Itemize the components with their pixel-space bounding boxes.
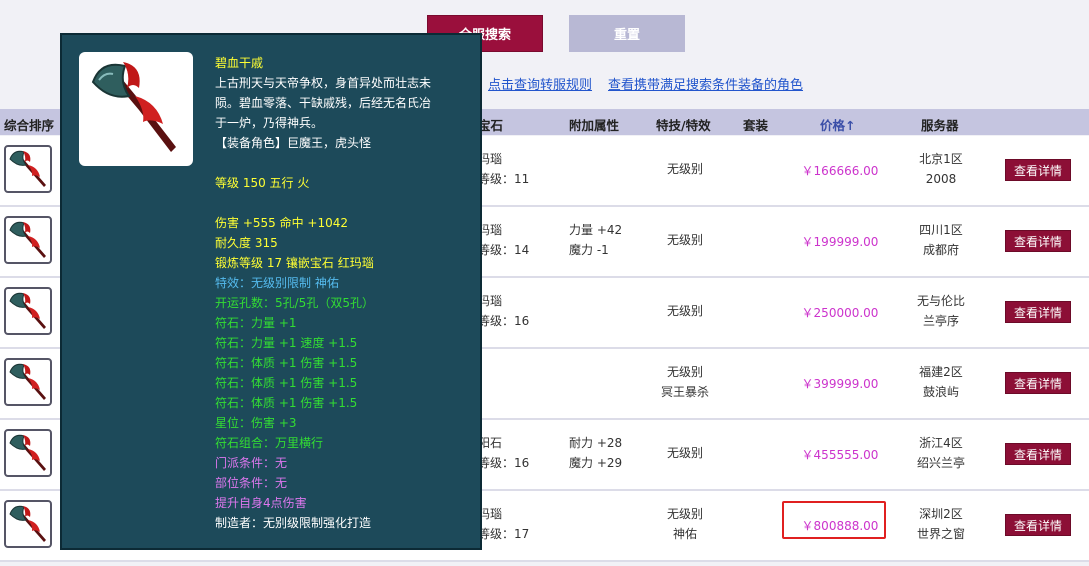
attr-1: 力量 +42 (569, 223, 623, 237)
gem-level: 等级：17 (478, 527, 530, 541)
tip-maker: 制造者：无别级限制强化打造 (215, 516, 372, 530)
tip-durability: 耐久度 315 (215, 236, 278, 250)
server-name: 福建2区 (919, 365, 963, 379)
view-detail-button[interactable]: 查看详情 (1005, 443, 1071, 465)
transfer-rules-link[interactable]: 点击查询转服规则 (488, 74, 592, 93)
skill-1: 无级别 (666, 446, 703, 460)
axe-icon[interactable] (4, 216, 52, 264)
gem-level: 等级：16 (478, 314, 530, 328)
server-sub: 兰亭序 (922, 314, 959, 328)
price-value: ￥455555.00 (801, 448, 879, 462)
skill-2: 神佑 (672, 527, 697, 541)
axe-icon[interactable] (4, 500, 52, 548)
skill-1: 无级别 (666, 304, 703, 318)
skill-1: 无级别 (666, 162, 703, 176)
col-attr: 附加属性 (569, 118, 620, 133)
server-name: 四川1区 (919, 223, 963, 237)
tip-desc-1: 上古刑天与天帝争权，身首异处而壮志未 (215, 76, 432, 90)
price-highlight-box (782, 501, 886, 539)
col-server: 服务器 (921, 118, 959, 133)
tip-level: 等级 150 五行 火 (215, 176, 310, 190)
col-set: 套装 (743, 118, 769, 133)
axe-icon[interactable] (4, 145, 52, 193)
server-sub: 2008 (925, 172, 957, 186)
tip-rune-2: 符石：力量 +1 速度 +1.5 (215, 336, 358, 350)
skill-1: 无级别 (666, 507, 703, 521)
price-value: ￥166666.00 (801, 164, 879, 178)
gem-level: 等级：11 (478, 172, 530, 186)
col-skill: 特技/特效 (656, 118, 711, 133)
col-price-sort[interactable]: 价格↑ (820, 115, 855, 134)
server-sub: 成都府 (922, 243, 959, 257)
item-tooltip: 碧血干戚 上古刑天与天帝争权，身首异处而壮志未 陨。碧血零落、干缺戚残，后经无名… (60, 33, 482, 550)
server-name: 无与伦比 (916, 294, 965, 308)
skill-1: 无级别 (666, 233, 703, 247)
axe-icon[interactable] (4, 358, 52, 406)
tip-boost: 提升自身4点伤害 (215, 496, 307, 510)
col-rank[interactable]: 综合排序 (4, 115, 54, 134)
tip-desc-2: 陨。碧血零落、干缺戚残，后经无名氏冶 (215, 96, 432, 110)
tip-star: 星位：伤害 +3 (215, 416, 297, 430)
skill-1: 无级别 (666, 365, 703, 379)
view-roles-link[interactable]: 查看携带满足搜索条件装备的角色 (608, 74, 803, 93)
view-detail-button[interactable]: 查看详情 (1005, 372, 1071, 394)
skill-2: 冥王暴杀 (660, 385, 709, 399)
server-sub: 鼓浪屿 (922, 385, 959, 399)
tip-combo: 符石组合：万里横行 (215, 436, 324, 450)
tip-holes: 开运孔数：5孔/5孔（双5孔） (215, 296, 374, 310)
server-sub: 世界之窗 (916, 527, 965, 541)
tip-role: 【装备角色】巨魔王，虎头怪 (215, 136, 372, 150)
price-value: ￥250000.00 (801, 306, 879, 320)
view-detail-button[interactable]: 查看详情 (1005, 159, 1071, 181)
tip-desc-3: 于一炉，乃得神兵。 (215, 116, 324, 130)
tip-rune-1: 符石：力量 +1 (215, 316, 297, 330)
gem-level: 等级：16 (478, 456, 530, 470)
tip-name: 碧血干戚 (215, 56, 264, 70)
axe-icon[interactable] (4, 429, 52, 477)
tip-rune-3: 符石：体质 +1 伤害 +1.5 (215, 356, 358, 370)
tip-position: 部位条件：无 (215, 476, 288, 490)
view-detail-button[interactable]: 查看详情 (1005, 301, 1071, 323)
server-name: 浙江4区 (919, 436, 963, 450)
server-name: 北京1区 (919, 152, 963, 166)
tip-school: 门派条件：无 (215, 456, 288, 470)
attr-2: 魔力 -1 (569, 243, 609, 257)
gem-level: 等级：14 (478, 243, 530, 257)
attr-1: 耐力 +28 (569, 436, 623, 450)
view-detail-button[interactable]: 查看详情 (1005, 230, 1071, 252)
view-detail-button[interactable]: 查看详情 (1005, 514, 1071, 536)
tip-damage: 伤害 +555 命中 +1042 (215, 216, 348, 230)
axe-icon (79, 52, 193, 166)
axe-icon[interactable] (4, 287, 52, 335)
reset-button[interactable]: 重置 (569, 15, 685, 52)
price-value: ￥399999.00 (801, 377, 879, 391)
server-sub: 绍兴兰亭 (916, 456, 965, 470)
tip-effect: 特效：无级别限制 神佑 (215, 276, 339, 290)
tip-rune-5: 符石：体质 +1 伤害 +1.5 (215, 396, 358, 410)
attr-2: 魔力 +29 (569, 456, 623, 470)
price-value: ￥199999.00 (801, 235, 879, 249)
tip-rune-4: 符石：体质 +1 伤害 +1.5 (215, 376, 358, 390)
server-name: 深圳2区 (919, 507, 963, 521)
tip-forge: 锻炼等级 17 镶嵌宝石 红玛瑙 (215, 256, 374, 270)
